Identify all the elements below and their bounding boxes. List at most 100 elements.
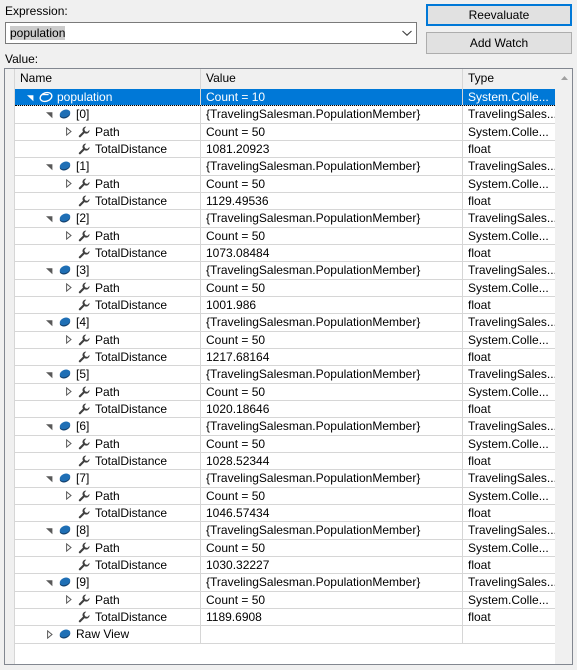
cell-value[interactable]: 1020.18646 [201,400,463,418]
table-row[interactable]: Path Count = 50 System.Colle... [15,279,555,297]
expander-expand-icon[interactable] [62,280,75,296]
expander-collapse-icon[interactable] [43,158,56,174]
cell-name[interactable]: population [15,89,201,106]
scrollbar-track[interactable] [556,86,572,664]
expander-collapse-icon[interactable] [43,314,56,330]
table-row[interactable]: Path Count = 50 System.Colle... [15,227,555,245]
table-row[interactable]: [7] {TravelingSalesman.PopulationMember} T… [15,470,557,488]
cell-value[interactable]: 1028.52344 [201,452,463,470]
cell-value[interactable]: 1217.68164 [201,348,463,366]
table-row[interactable]: Path Count = 50 System.Colle... [15,487,555,505]
expander-expand-icon[interactable] [62,436,75,452]
cell-value[interactable]: 1001.986 [201,296,463,314]
cell-name[interactable]: TotalDistance [15,608,201,626]
cell-value[interactable]: Count = 50 [201,227,463,244]
table-row[interactable]: [5] {TravelingSalesman.PopulationMember} T… [15,366,557,384]
cell-name[interactable]: [3] [15,262,201,279]
cell-name[interactable]: [2] [15,210,201,227]
expander-collapse-icon[interactable] [43,418,56,434]
reevaluate-button[interactable]: Reevaluate [426,4,572,26]
chevron-down-icon[interactable] [398,23,416,43]
table-row[interactable]: Path Count = 50 System.Colle... [15,539,555,557]
cell-value[interactable]: Count = 50 [201,487,463,504]
cell-value[interactable]: 1046.57434 [201,504,463,522]
expander-expand-icon[interactable] [62,592,75,608]
table-row[interactable]: TotalDistance 1028.52344 float [15,452,555,471]
table-row[interactable]: [8] {TravelingSalesman.PopulationMember} T… [15,522,557,540]
cell-value[interactable]: Count = 50 [201,539,463,556]
table-row[interactable]: Path Count = 50 System.Colle... [15,331,555,349]
cell-value[interactable]: 1030.32227 [201,556,463,574]
table-row[interactable]: TotalDistance 1001.986 float [15,296,555,315]
expander-expand-icon[interactable] [62,332,75,348]
cell-name[interactable]: TotalDistance [15,192,201,210]
cell-value[interactable]: {TravelingSalesman.PopulationMember} [201,366,463,383]
cell-name[interactable]: [1] [15,158,201,175]
cell-name[interactable]: TotalDistance [15,556,201,574]
cell-name[interactable]: Path [15,175,201,192]
cell-value[interactable]: 1081.20923 [201,140,463,158]
table-row[interactable]: [9] {TravelingSalesman.PopulationMember} T… [15,574,557,592]
cell-name[interactable]: Path [15,227,201,244]
table-row[interactable]: TotalDistance 1217.68164 float [15,348,555,367]
expression-input[interactable]: population [5,22,417,44]
expression-input-text[interactable]: population [6,26,398,40]
cell-value[interactable]: Count = 50 [201,175,463,192]
table-row[interactable]: TotalDistance 1046.57434 float [15,504,555,523]
table-row[interactable]: TotalDistance 1020.18646 float [15,400,555,419]
add-watch-button[interactable]: Add Watch [426,32,572,54]
cell-name[interactable]: Path [15,383,201,400]
column-header-value[interactable]: Value [201,69,463,89]
cell-name[interactable]: Path [15,331,201,348]
table-row[interactable]: Path Count = 50 System.Colle... [15,175,555,193]
table-row[interactable]: [6] {TravelingSalesman.PopulationMember} T… [15,418,557,436]
cell-name[interactable]: [8] [15,522,201,539]
cell-value[interactable]: {TravelingSalesman.PopulationMember} [201,158,463,175]
cell-name[interactable]: [6] [15,418,201,435]
table-row[interactable]: TotalDistance 1073.08484 float [15,244,555,263]
cell-value[interactable]: Count = 10 [201,89,463,106]
cell-value[interactable]: Count = 50 [201,591,463,608]
cell-name[interactable]: Path [15,487,201,504]
cell-name[interactable]: TotalDistance [15,348,201,366]
table-row[interactable]: TotalDistance 1129.49536 float [15,192,555,211]
cell-value[interactable]: Count = 50 [201,383,463,400]
vertical-scrollbar[interactable] [555,69,572,664]
cell-name[interactable]: TotalDistance [15,140,201,158]
cell-name[interactable]: [5] [15,366,201,383]
cell-value[interactable]: 1073.08484 [201,244,463,262]
cell-name[interactable]: Path [15,539,201,556]
expander-collapse-icon[interactable] [43,210,56,226]
table-row[interactable]: [1] {TravelingSalesman.PopulationMember} T… [15,158,557,176]
expander-collapse-icon[interactable] [43,366,56,382]
expander-collapse-icon[interactable] [43,574,56,590]
cell-value[interactable]: Count = 50 [201,123,463,140]
expander-expand-icon[interactable] [62,384,75,400]
cell-value[interactable]: 1129.49536 [201,192,463,210]
table-row[interactable]: Path Count = 50 System.Colle... [15,123,555,141]
cell-value[interactable]: {TravelingSalesman.PopulationMember} [201,106,463,123]
cell-value[interactable]: Count = 50 [201,435,463,452]
table-row[interactable]: population Count = 10 System.Colle... [15,89,565,107]
cell-value[interactable]: Count = 50 [201,331,463,348]
cell-name[interactable]: TotalDistance [15,504,201,522]
cell-value[interactable]: {TravelingSalesman.PopulationMember} [201,522,463,539]
cell-value[interactable]: {TravelingSalesman.PopulationMember} [201,314,463,331]
cell-name[interactable]: [4] [15,314,201,331]
cell-name[interactable]: TotalDistance [15,452,201,470]
table-row[interactable]: Path Count = 50 System.Colle... [15,435,555,453]
expander-expand-icon[interactable] [62,488,75,504]
table-row[interactable]: [0] {TravelingSalesman.PopulationMember} T… [15,106,557,124]
cell-name[interactable]: Path [15,591,201,608]
cell-name[interactable]: Raw View [15,626,201,643]
cell-name[interactable]: [0] [15,106,201,123]
expander-expand-icon[interactable] [62,540,75,556]
expander-collapse-icon[interactable] [43,106,56,122]
scroll-up-icon[interactable] [556,69,572,86]
table-row[interactable]: Path Count = 50 System.Colle... [15,591,555,609]
expander-collapse-icon[interactable] [43,262,56,278]
expander-collapse-icon[interactable] [43,522,56,538]
expander-collapse-icon[interactable] [43,470,56,486]
table-row[interactable]: Raw View [15,626,555,644]
cell-name[interactable]: TotalDistance [15,400,201,418]
